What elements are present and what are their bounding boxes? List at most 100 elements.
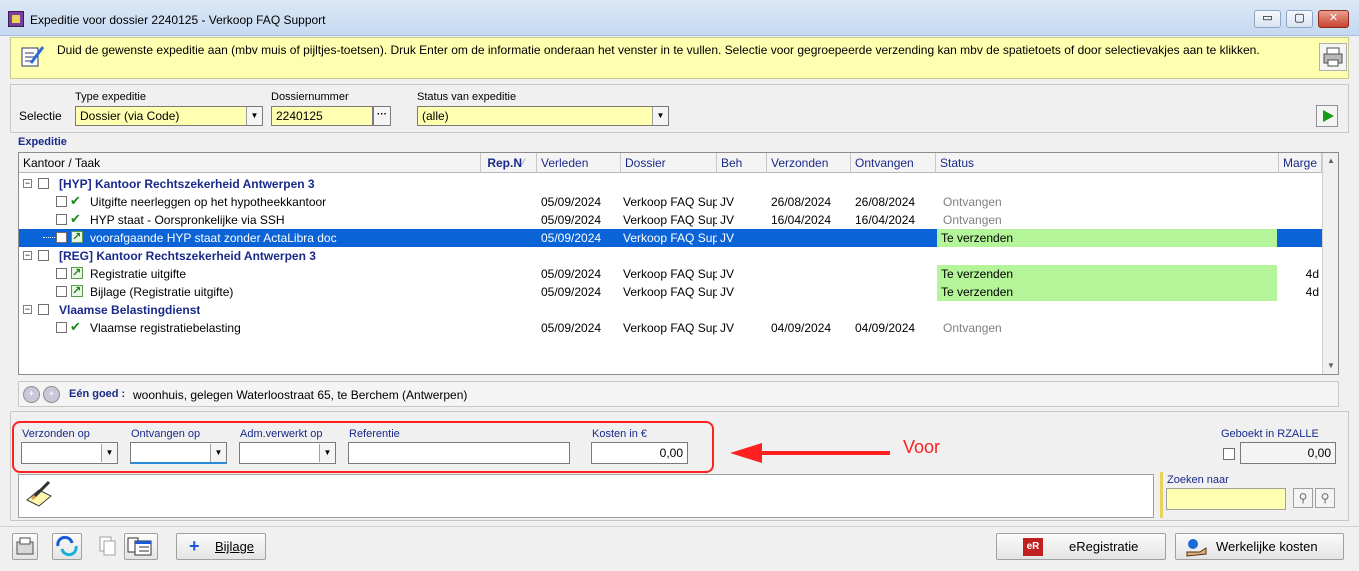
dossier-lookup-button[interactable]: ··· bbox=[373, 106, 391, 126]
info-text: Duid de gewenste expeditie aan (mbv muis… bbox=[57, 43, 1260, 57]
cell-ontvangen bbox=[855, 265, 935, 283]
group-row[interactable]: − Vlaamse Belastingdienst bbox=[19, 301, 1322, 319]
checklist-pen-icon bbox=[21, 46, 45, 67]
status-expeditie-value: (alle) bbox=[422, 109, 449, 123]
calendar-button[interactable] bbox=[124, 533, 158, 560]
eregistratie-icon: eR bbox=[1023, 538, 1043, 556]
row-checkbox[interactable] bbox=[56, 232, 67, 243]
cell-task: voorafgaande HYP staat zonder ActaLibra … bbox=[90, 231, 337, 245]
properties-icon bbox=[16, 537, 34, 555]
dossiernummer-value: 2240125 bbox=[276, 109, 323, 123]
cell-dossier: Verkoop FAQ Sup bbox=[623, 213, 717, 227]
check-icon: ✔ bbox=[70, 193, 81, 208]
chevron-down-icon[interactable]: ▼ bbox=[246, 107, 262, 125]
scroll-up-icon[interactable]: ▲ bbox=[1323, 153, 1338, 169]
table-row[interactable]: Registratie uitgifte 05/09/2024 Verkoop … bbox=[19, 265, 1322, 283]
cell-status: Te verzenden bbox=[937, 283, 1277, 301]
selection-label: Selectie bbox=[19, 109, 62, 123]
sync-button[interactable] bbox=[52, 533, 82, 560]
copy-button[interactable] bbox=[94, 533, 118, 560]
eregistratie-button[interactable]: eR eRegistratie bbox=[996, 533, 1166, 560]
vertical-scrollbar[interactable]: ▲ ▼ bbox=[1322, 153, 1338, 374]
group-checkbox[interactable] bbox=[38, 250, 49, 261]
geboekt-label: Geboekt in RZALLE bbox=[1221, 428, 1319, 440]
title-bar[interactable]: Expeditie voor dossier 2240125 - Verkoop… bbox=[0, 0, 1359, 36]
table-row[interactable]: Bijlage (Registratie uitgifte) 05/09/202… bbox=[19, 283, 1322, 301]
cell-verzonden: 26/08/2024 bbox=[771, 195, 832, 209]
search-icon[interactable]: ⚲ bbox=[1293, 488, 1313, 508]
zoeken-input[interactable] bbox=[1166, 488, 1286, 510]
plus-icon: + bbox=[189, 536, 200, 556]
goed-bar: + + Eén goed : woonhuis, gelegen Waterlo… bbox=[18, 381, 1339, 407]
annotation-label: Voor bbox=[903, 437, 941, 457]
minimize-button[interactable]: ▭ bbox=[1254, 10, 1281, 28]
cell-task: Bijlage (Registratie uitgifte) bbox=[90, 285, 234, 299]
cell-beh: JV bbox=[720, 213, 735, 227]
col-dossier[interactable]: Dossier bbox=[621, 153, 717, 173]
calendar-icon bbox=[127, 537, 152, 556]
row-checkbox[interactable] bbox=[56, 268, 67, 279]
cell-ontvangen: 04/09/2024 bbox=[855, 321, 916, 335]
werkelijke-kosten-button[interactable]: Werkelijke kosten bbox=[1175, 533, 1344, 560]
dossiernummer-label: Dossiernummer bbox=[271, 91, 349, 103]
search-next-icon[interactable]: ⚲ bbox=[1315, 488, 1335, 508]
col-verleden[interactable]: Verleden bbox=[537, 153, 621, 173]
col-status[interactable]: Status bbox=[936, 153, 1279, 173]
cell-marge bbox=[1279, 193, 1319, 211]
type-expeditie-select[interactable]: Dossier (via Code) ▼ bbox=[75, 106, 263, 126]
chevron-down-icon[interactable]: ▼ bbox=[652, 107, 668, 125]
table-row[interactable]: ✔ Vlaamse registratiebelasting 05/09/202… bbox=[19, 319, 1322, 337]
group-row[interactable]: − [REG] Kantoor Rechtszekerheid Antwerpe… bbox=[19, 247, 1322, 265]
expeditie-grid[interactable]: Kantoor / Taak Rep.N ⁄ Verleden Dossier … bbox=[18, 152, 1339, 375]
col-beh[interactable]: Beh bbox=[717, 153, 767, 173]
cell-ontvangen: 16/04/2024 bbox=[855, 213, 916, 227]
collapse-icon[interactable]: − bbox=[23, 179, 32, 188]
group-checkbox[interactable] bbox=[38, 178, 49, 189]
table-row-selected[interactable]: voorafgaande HYP staat zonder ActaLibra … bbox=[19, 229, 1322, 247]
type-expeditie-label: Type expeditie bbox=[75, 91, 146, 103]
play-icon[interactable] bbox=[1316, 105, 1338, 127]
tree-connector bbox=[43, 237, 55, 238]
group-row[interactable]: − [HYP] Kantoor Rechtszekerheid Antwerpe… bbox=[19, 175, 1322, 193]
table-row[interactable]: ✔ HYP staat - Oorspronkelijke via SSH 05… bbox=[19, 211, 1322, 229]
cell-beh: JV bbox=[720, 267, 735, 281]
col-repn[interactable]: Rep.N bbox=[481, 153, 537, 173]
selection-panel: Selectie Type expeditie Dossier (via Cod… bbox=[10, 84, 1349, 133]
goed-info-icon[interactable]: + bbox=[43, 386, 60, 403]
expeditie-title: Expeditie bbox=[18, 136, 67, 148]
print-button[interactable] bbox=[1319, 43, 1347, 71]
bottom-toolbar: + Bijlage eR eRegistratie Werkelijke kos… bbox=[0, 526, 1359, 571]
col-ontvangen[interactable]: Ontvangen bbox=[851, 153, 936, 173]
cell-ontvangen bbox=[855, 229, 935, 247]
col-marge[interactable]: Marge bbox=[1279, 153, 1322, 173]
status-expeditie-select[interactable]: (alle) ▼ bbox=[417, 106, 669, 126]
grid-header: Kantoor / Taak Rep.N ⁄ Verleden Dossier … bbox=[19, 153, 1322, 173]
col-verzonden[interactable]: Verzonden bbox=[767, 153, 851, 173]
cell-marge bbox=[1279, 229, 1319, 247]
row-checkbox[interactable] bbox=[56, 286, 67, 297]
collapse-icon[interactable]: − bbox=[23, 251, 32, 260]
close-button[interactable]: ✕ bbox=[1318, 10, 1349, 28]
maximize-button[interactable]: ▢ bbox=[1286, 10, 1313, 28]
col-kantoor[interactable]: Kantoor / Taak bbox=[19, 153, 481, 173]
memo-area[interactable] bbox=[18, 474, 1154, 518]
add-goed-icon[interactable]: + bbox=[23, 386, 40, 403]
row-checkbox[interactable] bbox=[56, 196, 67, 207]
cell-status: Ontvangen bbox=[943, 321, 1002, 335]
cell-status: Ontvangen bbox=[943, 213, 1002, 227]
collapse-icon[interactable]: − bbox=[23, 305, 32, 314]
row-checkbox[interactable] bbox=[56, 214, 67, 225]
scroll-down-icon[interactable]: ▼ bbox=[1323, 358, 1338, 374]
copy-icon bbox=[99, 536, 116, 556]
dossiernummer-input[interactable]: 2240125 bbox=[271, 106, 373, 126]
cell-dossier: Verkoop FAQ Sup bbox=[623, 285, 717, 299]
table-row[interactable]: ✔ Uitgifte neerleggen op het hypotheekka… bbox=[19, 193, 1322, 211]
group-checkbox[interactable] bbox=[38, 304, 49, 315]
cell-verzonden bbox=[771, 265, 849, 283]
cell-verzonden: 16/04/2024 bbox=[771, 213, 832, 227]
info-banner: Duid de gewenste expeditie aan (mbv muis… bbox=[10, 37, 1349, 79]
properties-button[interactable] bbox=[12, 533, 38, 560]
geboekt-checkbox[interactable] bbox=[1223, 448, 1235, 460]
bijlage-button[interactable]: + Bijlage bbox=[176, 533, 266, 560]
row-checkbox[interactable] bbox=[56, 322, 67, 333]
